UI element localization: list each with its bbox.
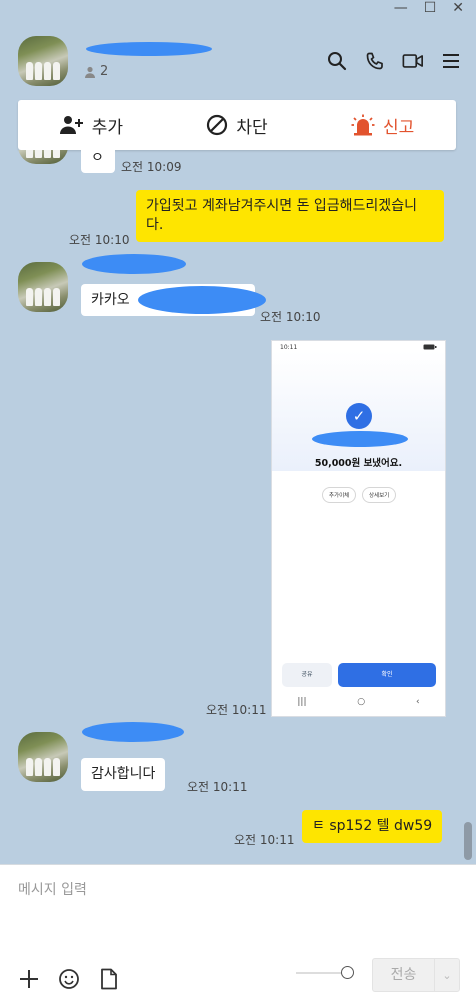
status-bar: 10:11 [280,344,437,351]
message-bubble[interactable]: ㅇ [81,150,115,173]
friend-action-bar: 추가 차단 신고 [18,100,456,150]
share-button: 공유 [282,663,332,687]
message-time: 오전 10:11 [206,703,267,717]
nav-bar: ||| ○ ‹ [272,697,445,707]
header-icons [326,50,462,72]
recent-apps-icon: ||| [297,697,307,707]
my-message-bubble[interactable]: 가입됫고 계좌남겨주시면 돈 입금해드리겠습니다. [136,190,444,242]
siren-icon [351,114,375,136]
message-text: ㅌ sp152 텔 dw59 [312,818,433,834]
add-label: 추가 [91,117,123,138]
details-pill: 상세보기 [362,487,397,503]
message-time: 오전 10:11 [187,780,248,794]
message-time: 오전 10:10 [260,310,321,324]
block-icon [207,114,228,136]
my-message-bubble[interactable]: ㅌ sp152 텔 dw59 [302,810,443,843]
add-friend-button[interactable]: 추가 [59,113,123,138]
member-count[interactable]: 2 [84,64,108,79]
avatar[interactable] [18,262,68,312]
composer: 메시지 입력 전송 ⌄ [0,864,476,1002]
message-text: ㅇ [91,150,104,166]
home-icon: ○ [357,697,366,707]
avatar[interactable] [18,36,68,86]
report-label: 신고 [383,117,415,138]
avatar[interactable] [18,150,68,164]
member-count-value: 2 [100,64,109,79]
add-person-icon [59,116,83,134]
transparency-slider[interactable] [296,966,354,980]
report-button[interactable]: 신고 [351,113,414,138]
close-button[interactable]: ✕ [452,1,464,15]
maximize-button[interactable]: ☐ [424,1,437,15]
emoticon-icon[interactable] [58,968,80,990]
check-icon: ✓ [346,403,372,429]
redaction-scribble [82,254,186,274]
block-button[interactable]: 차단 [206,113,268,138]
video-call-icon[interactable] [402,50,424,72]
image-message[interactable]: 10:11 ✓ 50,000원 보냈어요. 추가이체 상세보기 공유 확인 ||… [271,340,446,717]
person-icon [85,66,95,78]
battery-icon [423,344,437,350]
slider-knob[interactable] [341,966,354,979]
minimize-button[interactable]: — [394,1,408,15]
chat-header: 2 [0,22,476,102]
message-input[interactable]: 메시지 입력 [18,879,87,899]
block-label: 차단 [236,117,268,138]
redaction-scribble [86,42,212,56]
status-time: 10:11 [280,344,298,351]
chevron-down-icon[interactable]: ⌄ [435,969,459,982]
message-time: 오전 10:10 [69,233,130,247]
redaction-scribble [82,722,184,742]
call-icon[interactable] [364,50,386,72]
message-list[interactable]: ㅇ 오전 10:09 가입됫고 계좌남겨주시면 돈 입금해드리겠습니다. 오전 … [0,150,476,864]
redaction-scribble [312,431,408,447]
redaction-scribble [138,286,266,314]
scrollbar[interactable] [464,822,472,860]
message-text: 가입됫고 계좌남겨주시면 돈 입금해드리겠습니다. [146,198,417,233]
search-icon[interactable] [326,50,348,72]
avatar[interactable] [18,732,68,782]
message-time: 오전 10:09 [121,160,182,174]
composer-tools [18,968,120,990]
file-icon[interactable] [98,968,120,990]
message-bubble[interactable]: 감사합니다 [81,758,166,791]
transfer-amount: 50,000원 보냈어요. [314,458,403,469]
confirm-button: 확인 [338,663,436,687]
menu-icon[interactable] [440,50,462,72]
plus-icon[interactable] [18,968,40,990]
extra-transfer-pill: 추가이체 [322,487,357,503]
send-label: 전송 [373,959,435,991]
window-controls: — ☐ ✕ [382,0,476,16]
message-text: 카카오 [91,292,130,308]
send-button[interactable]: 전송 ⌄ [372,958,460,992]
back-icon: ‹ [415,697,420,707]
message-text: 감사합니다 [91,766,156,782]
message-time: 오전 10:11 [234,833,295,847]
